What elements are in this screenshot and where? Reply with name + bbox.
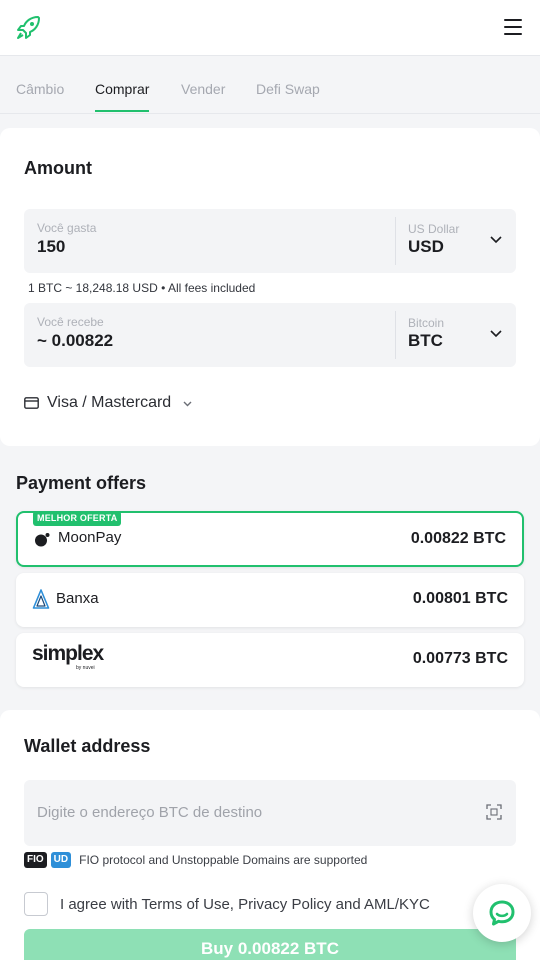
best-offer-badge: MELHOR OFERTA <box>33 511 122 526</box>
spend-currency-label: US Dollar <box>408 222 460 236</box>
tab-cambio[interactable]: Câmbio <box>16 81 64 97</box>
tab-comprar[interactable]: Comprar <box>95 81 150 112</box>
payment-method-select[interactable]: Visa / Mastercard <box>24 392 192 414</box>
exchange-tabs: Câmbio Comprar Vender Defi Swap <box>0 56 540 114</box>
receive-currency-select[interactable]: BTC <box>408 331 443 351</box>
offer-banxa[interactable]: Banxa 0.00801 BTC <box>16 573 524 627</box>
payment-method-label: Visa / Mastercard <box>47 394 172 411</box>
hamburger-menu-icon[interactable] <box>504 19 522 35</box>
offer-name: Banxa <box>56 590 99 607</box>
chat-bubble-icon <box>489 900 515 926</box>
wallet-title: Wallet address <box>24 736 151 756</box>
offer-name: MoonPay <box>58 529 122 546</box>
credit-card-icon <box>24 397 39 409</box>
terms-checkbox[interactable] <box>24 892 48 916</box>
offer-simplex[interactable]: simplex by nuvei 0.00773 BTC <box>16 633 524 687</box>
buy-button[interactable]: Buy 0.00822 BTC <box>24 929 516 960</box>
ud-tag: UD <box>50 852 72 868</box>
qr-scan-icon[interactable] <box>486 804 502 820</box>
wallet-card: Wallet address Digite o endereço BTC de … <box>0 710 540 960</box>
spend-field[interactable]: Você gasta 150 US Dollar USD <box>24 209 516 273</box>
domain-support-note: FIO UD FIO protocol and Unstoppable Doma… <box>24 852 367 868</box>
receive-currency-label: Bitcoin <box>408 316 445 330</box>
amount-title: Amount <box>24 158 92 178</box>
chevron-down-icon <box>183 401 192 406</box>
wallet-address-placeholder: Digite o endereço BTC de destino <box>37 804 263 821</box>
offer-moonpay[interactable]: MELHOR OFERTA MoonPay 0.00822 BTC <box>16 511 524 567</box>
top-bar <box>0 0 540 56</box>
chat-widget-button[interactable] <box>473 884 531 942</box>
spend-value-input[interactable]: 150 <box>37 237 65 257</box>
banxa-logo-icon <box>32 589 50 609</box>
fio-tag: FIO <box>24 852 47 868</box>
field-divider <box>395 217 396 265</box>
receive-label: Você recebe <box>37 315 104 329</box>
receive-field[interactable]: Você recebe ~ 0.00822 Bitcoin BTC <box>24 303 516 367</box>
offer-amount: 0.00822 BTC <box>410 530 506 547</box>
spend-label: Você gasta <box>37 221 97 235</box>
wallet-address-input[interactable]: Digite o endereço BTC de destino <box>24 780 516 846</box>
tab-vender[interactable]: Vender <box>181 81 225 97</box>
exchange-rate-text: 1 BTC ~ 18,248.18 USD • All fees include… <box>28 281 256 295</box>
rocket-logo-icon[interactable] <box>16 14 42 40</box>
terms-text[interactable]: I agree with Terms of Use, Privacy Polic… <box>60 896 430 913</box>
offer-amount: 0.00801 BTC <box>412 590 508 607</box>
chevron-down-icon[interactable] <box>490 233 502 245</box>
chevron-down-icon[interactable] <box>490 327 502 339</box>
offer-amount: 0.00773 BTC <box>412 650 508 667</box>
payment-offers-title: Payment offers <box>16 473 147 493</box>
field-divider <box>395 311 396 359</box>
receive-value: ~ 0.00822 <box>37 331 114 350</box>
simplex-logo-icon: simplex by nuvei <box>32 642 104 672</box>
tab-defi-swap[interactable]: Defi Swap <box>256 81 320 97</box>
spend-currency-select[interactable]: USD <box>408 237 444 257</box>
moonpay-logo-icon <box>35 533 50 547</box>
terms-agreement: I agree with Terms of Use, Privacy Polic… <box>24 892 430 916</box>
support-text: FIO protocol and Unstoppable Domains are… <box>79 853 368 867</box>
amount-card: Amount Você gasta 150 US Dollar USD 1 BT… <box>0 128 540 446</box>
